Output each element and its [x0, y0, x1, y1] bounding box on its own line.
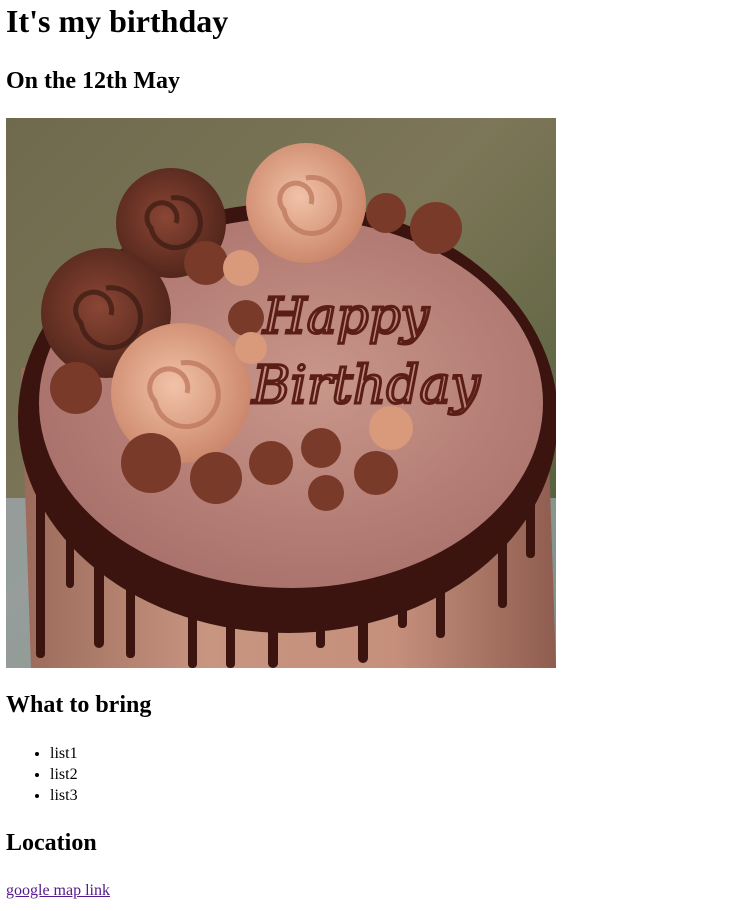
- list-item: list1: [50, 743, 78, 764]
- list-item: list3: [50, 785, 78, 806]
- location-heading: Location: [6, 830, 97, 856]
- date-heading: On the 12th May: [6, 68, 180, 94]
- cake-inscription-birthday: Birthday: [251, 356, 480, 416]
- bring-list: list1 list2 list3: [6, 743, 78, 806]
- birthday-cake-image: Happy Birthday: [6, 118, 556, 668]
- cake-inscription-happy: Happy: [262, 287, 429, 345]
- page-title: It's my birthday: [6, 3, 229, 39]
- what-to-bring-heading: What to bring: [6, 692, 152, 718]
- list-item: list2: [50, 764, 78, 785]
- google-map-link[interactable]: google map link: [6, 880, 110, 901]
